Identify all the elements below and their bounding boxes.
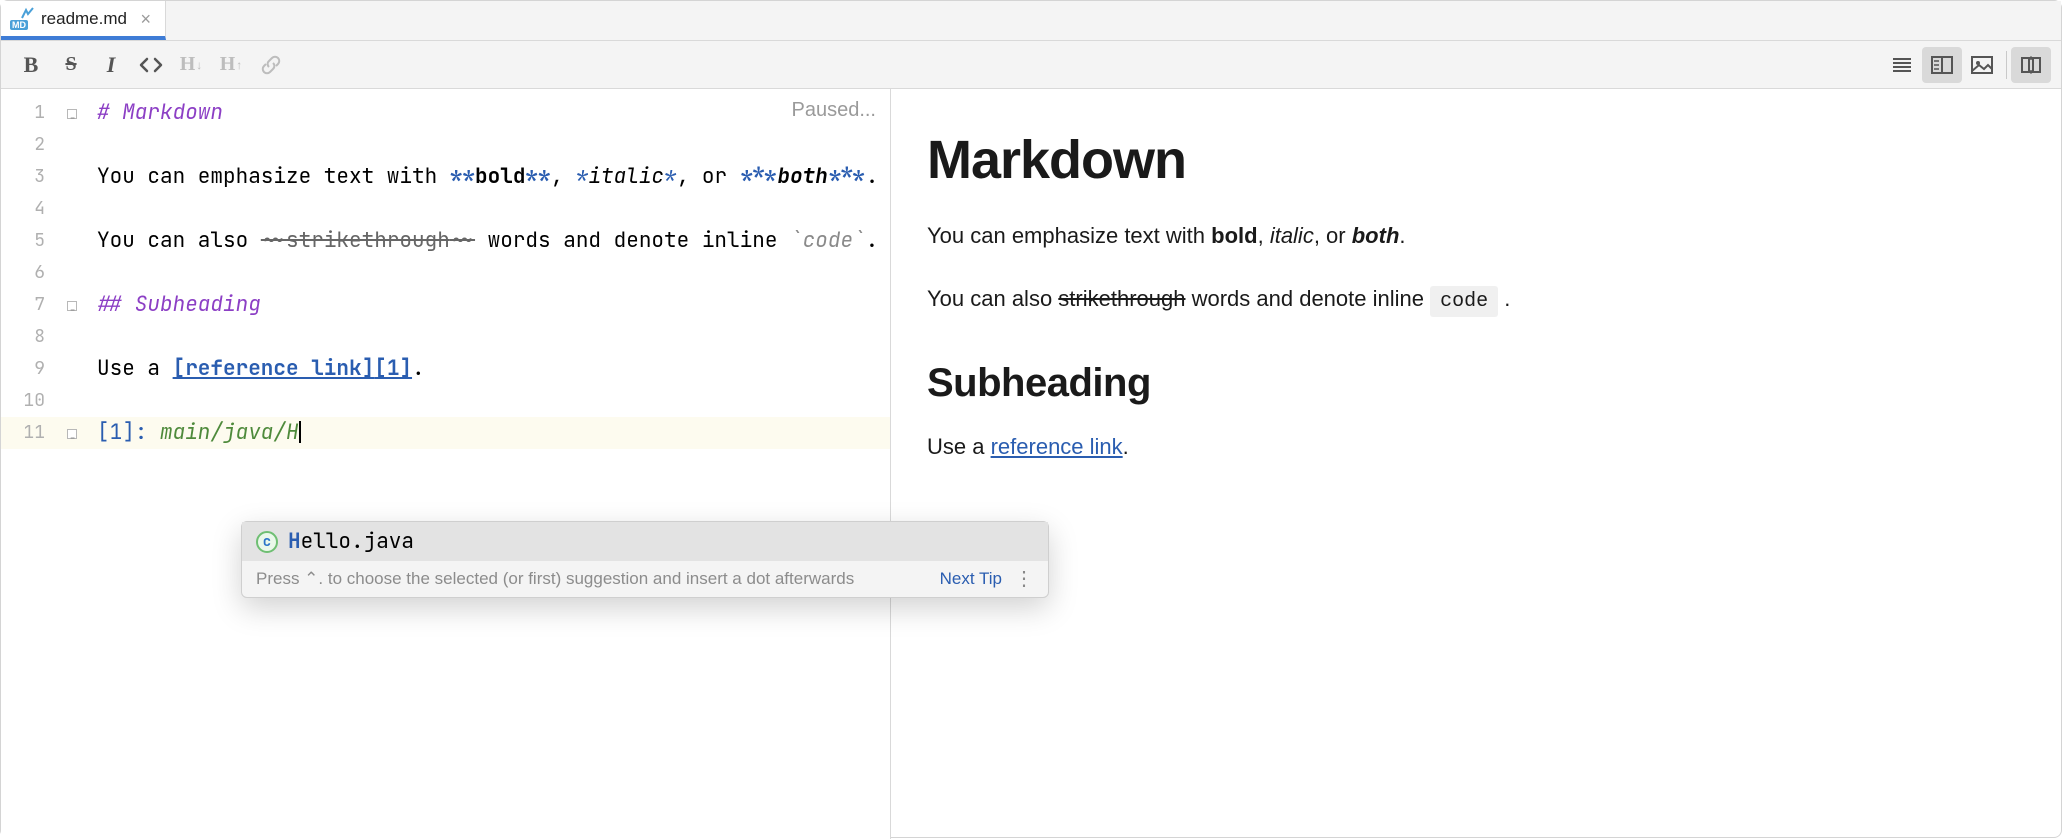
bold-button[interactable]: B xyxy=(11,47,51,83)
completion-hint: Press ⌃. to choose the selected (or firs… xyxy=(242,561,1048,597)
fold-marker[interactable] xyxy=(57,97,85,129)
completion-item[interactable]: c Hello.java xyxy=(242,522,1048,561)
code-button[interactable] xyxy=(131,47,171,83)
markdown-file-icon xyxy=(11,9,33,29)
strikethrough-button[interactable]: S xyxy=(51,47,91,83)
tab-bar: readme.md × xyxy=(1,1,2061,41)
editor-pane[interactable]: 1 2 3 4 5 6 7 8 9 10 11 Paused... # Mark… xyxy=(1,89,891,839)
columns-sync-icon xyxy=(2020,55,2042,75)
preview-paragraph: Use a reference link. xyxy=(927,430,2025,463)
lines-icon xyxy=(1891,56,1913,74)
preview-h2: Subheading xyxy=(927,361,2025,406)
line-gutter: 1 2 3 4 5 6 7 8 9 10 11 xyxy=(1,89,57,839)
code-area[interactable]: # Markdown You can emphasize text with *… xyxy=(97,89,890,449)
split-icon xyxy=(1931,56,1953,74)
preview-link[interactable]: reference link xyxy=(991,434,1123,459)
tab-filename: readme.md xyxy=(41,9,132,29)
code-icon xyxy=(139,56,163,74)
editor-preview-button[interactable] xyxy=(1922,47,1962,83)
next-tip-link[interactable]: Next Tip xyxy=(940,569,1002,589)
preview-paragraph: You can emphasize text with bold, italic… xyxy=(927,219,2025,252)
heading-down-button[interactable]: H↓ xyxy=(171,47,211,83)
preview-h1: Markdown xyxy=(927,129,2025,191)
preview-paragraph: You can also strikethrough words and den… xyxy=(927,282,2025,317)
fold-marker[interactable] xyxy=(57,289,85,321)
link-button[interactable] xyxy=(251,47,291,83)
heading-up-button[interactable]: H↑ xyxy=(211,47,251,83)
editor-only-button[interactable] xyxy=(1882,47,1922,83)
preview-pane: Markdown You can emphasize text with bol… xyxy=(891,89,2061,839)
preview-only-button[interactable] xyxy=(1962,47,2002,83)
toolbar: B S I H↓ H↑ xyxy=(1,41,2061,89)
link-icon xyxy=(260,54,282,76)
scroll-sync-button[interactable] xyxy=(2011,47,2051,83)
kebab-icon[interactable]: ⋮ xyxy=(1014,574,1034,584)
italic-button[interactable]: I xyxy=(91,47,131,83)
close-icon[interactable]: × xyxy=(140,10,151,28)
tab-readme[interactable]: readme.md × xyxy=(1,1,166,40)
fold-marker[interactable] xyxy=(57,417,85,449)
image-icon xyxy=(1971,56,1993,74)
text-cursor xyxy=(299,421,301,443)
fold-gutter xyxy=(57,89,85,839)
completion-popup: c Hello.java Press ⌃. to choose the sele… xyxy=(241,521,1049,598)
class-icon: c xyxy=(256,531,278,553)
